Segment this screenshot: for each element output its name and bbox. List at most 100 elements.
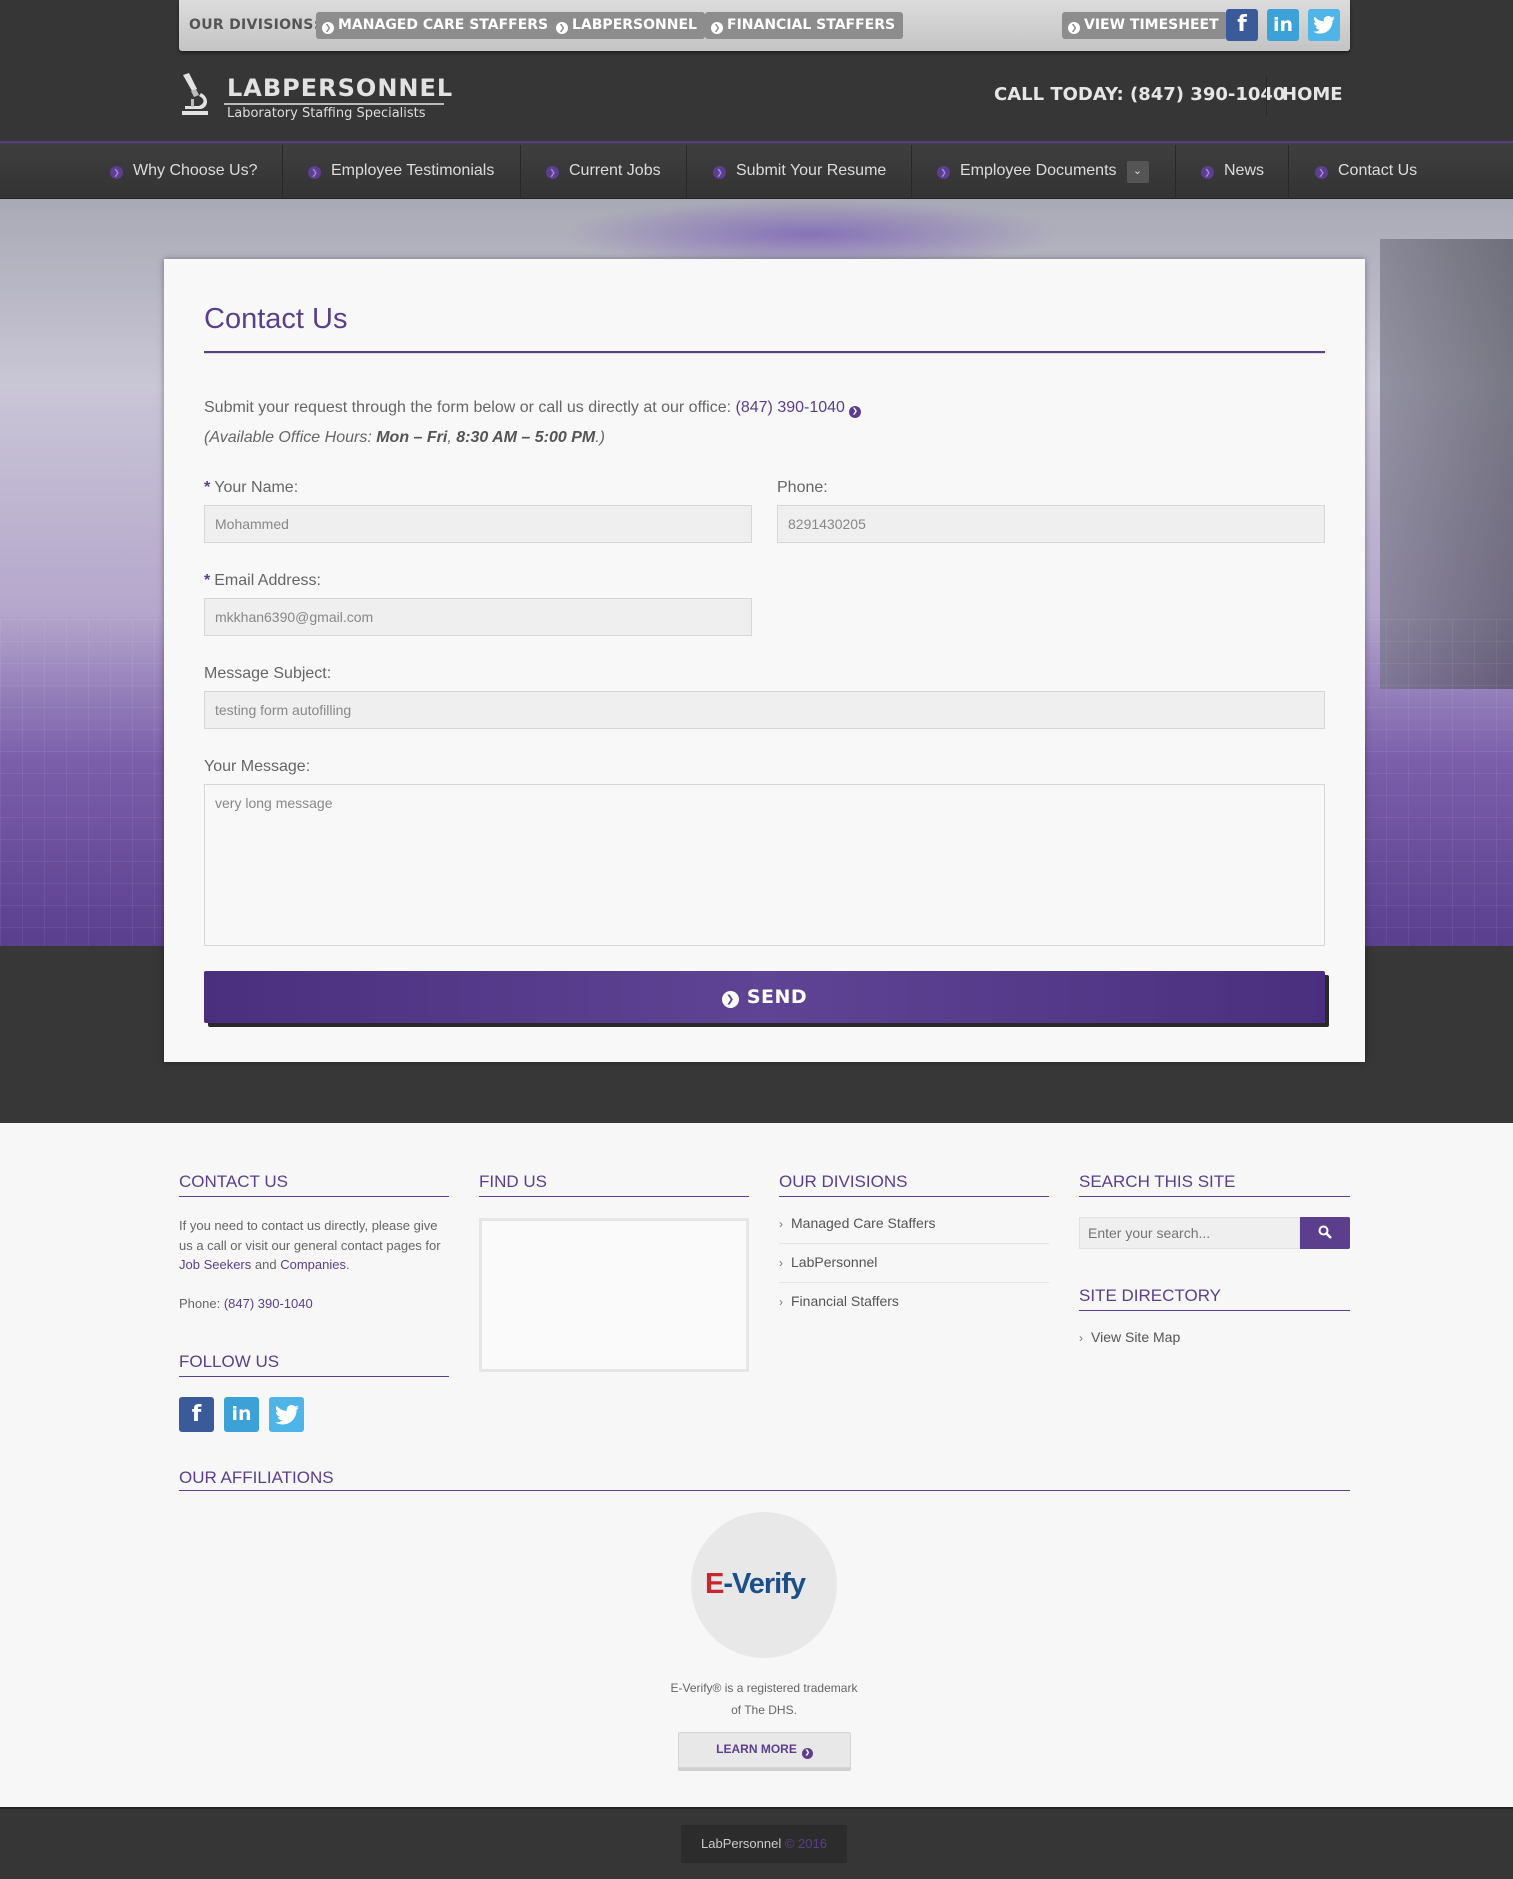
map-embed[interactable] (479, 1218, 749, 1372)
division-link-labpersonnel[interactable]: › LabPersonnel (779, 1254, 877, 1270)
circle-arrow-icon: ❯ (546, 166, 559, 179)
logo-tagline: Laboratory Staffing Specialists (227, 106, 426, 121)
circle-arrow-icon: ❯ (322, 22, 334, 34)
division-link-financial[interactable]: › Financial Staffers (779, 1293, 899, 1309)
send-button[interactable]: ❯ SEND (204, 971, 1325, 1023)
list-divider (779, 1282, 1049, 1283)
linkedin-icon[interactable]: in (224, 1397, 259, 1432)
search-button[interactable] (1300, 1217, 1350, 1249)
name-field[interactable] (204, 505, 752, 543)
circle-arrow-icon: ❯ (556, 22, 568, 34)
divisions-label: OUR DIVISIONS: (189, 17, 320, 33)
footer-rule (779, 1196, 1049, 1197)
phone-field[interactable] (777, 505, 1325, 543)
circle-arrow-icon: ❯ (711, 22, 723, 34)
nav-divider (911, 145, 912, 199)
subject-field[interactable] (204, 691, 1325, 729)
chevron-right-icon: › (779, 1217, 783, 1231)
nav-why-choose-us[interactable]: ❯ Why Choose Us? (110, 143, 258, 199)
footer-follow-title: FOLLOW US (179, 1352, 280, 1371)
footer-rule (1079, 1310, 1350, 1311)
divisions-bar: OUR DIVISIONS: ❯ MANAGED CARE STAFFERS ❯ L… (179, 0, 1350, 51)
phone-label: Phone: (777, 479, 828, 496)
footer-divisions-title: OUR DIVISIONS (779, 1172, 908, 1191)
job-seekers-link[interactable]: Job Seekers (179, 1257, 251, 1272)
footer-rule (479, 1196, 749, 1197)
nav-divider (1175, 145, 1176, 199)
view-timesheet-button[interactable]: ❯ VIEW TIMESHEET (1062, 12, 1227, 39)
main-nav: ❯ Why Choose Us? ❯ Employee Testimonials ❯… (0, 141, 1513, 199)
chevron-right-icon: › (1079, 1331, 1083, 1345)
logo-rule (224, 103, 444, 105)
division-link-managed-care[interactable]: › Managed Care Staffers (779, 1215, 936, 1231)
division-link-labpersonnel[interactable]: ❯ LABPERSONNEL (550, 12, 705, 39)
everify-wordmark: E-Verify (705, 1568, 806, 1600)
footer-find-title: FIND US (479, 1172, 547, 1191)
name-label: * Your Name: (204, 479, 299, 496)
nav-employee-documents[interactable]: ❯ Employee Documents ⌄ (937, 143, 1149, 199)
circle-arrow-icon: ❯ (110, 166, 123, 179)
nav-news[interactable]: ❯ News (1201, 143, 1264, 199)
list-divider (779, 1243, 1049, 1244)
search-input[interactable] (1079, 1217, 1300, 1249)
nav-divider (686, 145, 687, 199)
division-link-financial[interactable]: ❯ FINANCIAL STAFFERS (705, 12, 904, 39)
circle-arrow-icon: ❯ (308, 166, 321, 179)
contact-card: Contact Us Submit your request through t… (164, 259, 1365, 1062)
office-phone-link[interactable]: (847) 390-1040 ❯ (736, 399, 861, 418)
title-rule (204, 351, 1325, 354)
footer-affiliations-title: OUR AFFILIATIONS (179, 1468, 334, 1487)
microscope-icon (182, 73, 208, 115)
message-label: Your Message: (204, 758, 311, 775)
circle-arrow-icon: ❯ (1068, 22, 1080, 34)
home-link[interactable]: HOME (1282, 84, 1343, 105)
contact-intro: Submit your request through the form bel… (204, 399, 861, 418)
office-hours: (Available Office Hours: Mon – Fri, 8:30… (204, 429, 606, 446)
twitter-icon[interactable] (269, 1397, 304, 1432)
circle-arrow-icon: ❯ (713, 166, 726, 179)
nav-contact-us[interactable]: ❯ Contact Us (1315, 143, 1417, 199)
nav-divider (520, 145, 521, 199)
copyright: LabPersonnel © 2016 (681, 1825, 847, 1863)
footer-directory-title: SITE DIRECTORY (1079, 1286, 1222, 1305)
message-field[interactable]: very long message (204, 784, 1325, 946)
footer-phone: Phone: (847) 390-1040 (179, 1296, 313, 1311)
circle-arrow-icon: ❯ (721, 991, 739, 1008)
nav-employee-testimonials[interactable]: ❯ Employee Testimonials (308, 143, 494, 199)
linkedin-icon[interactable]: in (1267, 9, 1299, 41)
view-sitemap-link[interactable]: › View Site Map (1079, 1329, 1180, 1345)
subject-label: Message Subject: (204, 665, 332, 682)
site-header: OUR DIVISIONS: ❯ MANAGED CARE STAFFERS ❯ L… (0, 0, 1513, 143)
search-icon (1318, 1225, 1332, 1239)
facebook-icon[interactable]: f (179, 1397, 214, 1432)
nav-divider (282, 145, 283, 199)
footer-contact-title: CONTACT US (179, 1172, 288, 1191)
everify-logo[interactable]: E-Verify (691, 1512, 837, 1658)
page-title: Contact Us (204, 303, 348, 335)
footer-phone-link[interactable]: (847) 390-1040 (224, 1296, 313, 1311)
footer-rule (1079, 1196, 1350, 1197)
footer-rule (179, 1196, 449, 1197)
division-link-managed-care[interactable]: ❯ MANAGED CARE STAFFERS (316, 12, 557, 39)
email-label: * Email Address: (204, 572, 321, 589)
companies-link[interactable]: Companies (280, 1257, 346, 1272)
facebook-icon[interactable]: f (1226, 9, 1258, 41)
email-field[interactable] (204, 598, 752, 636)
footer-rule (179, 1490, 1350, 1491)
site-logo[interactable]: LABPERSONNEL Laboratory Staffing Special… (179, 70, 452, 122)
circle-arrow-icon: ❯ (937, 166, 950, 179)
circle-arrow-icon: ❯ (848, 406, 861, 418)
chevron-right-icon: › (779, 1295, 783, 1309)
logo-title: LABPERSONNEL (227, 74, 454, 102)
chevron-right-icon: › (779, 1256, 783, 1270)
chevron-down-icon[interactable]: ⌄ (1126, 161, 1149, 183)
learn-more-button[interactable]: LEARN MORE ❯ (678, 1732, 851, 1768)
twitter-icon[interactable] (1308, 9, 1340, 41)
header-divider (1266, 76, 1267, 116)
nav-divider (1288, 145, 1289, 199)
footer-rule (179, 1376, 449, 1377)
footer-contact-text: If you need to contact us directly, plea… (179, 1218, 441, 1272)
nav-submit-resume[interactable]: ❯ Submit Your Resume (713, 143, 886, 199)
call-today[interactable]: CALL TODAY: (847) 390-1040 (994, 84, 1285, 105)
nav-current-jobs[interactable]: ❯ Current Jobs (546, 143, 661, 199)
